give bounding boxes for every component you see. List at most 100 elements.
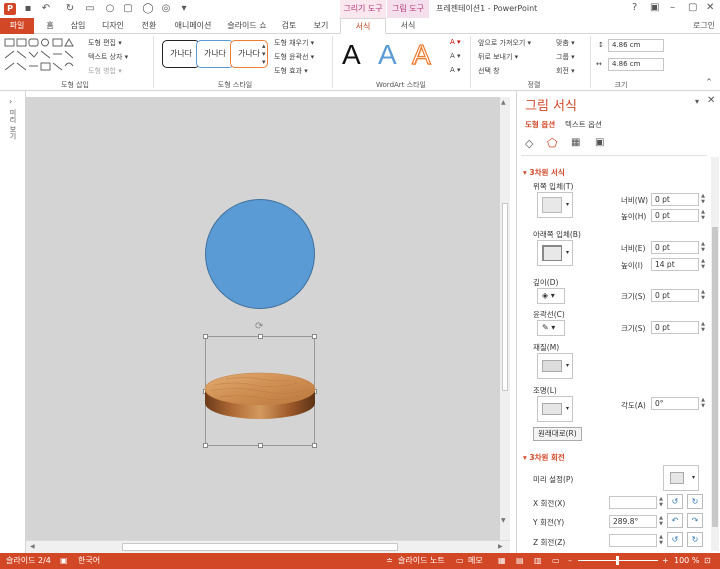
close-window-icon[interactable]: ✕ [706, 2, 714, 13]
scroll-down-icon[interactable]: ▼ [501, 517, 506, 524]
scroll-left-icon[interactable]: ◀ [30, 543, 35, 550]
horizontal-scrollbar[interactable]: ◀ ▶ [26, 540, 510, 553]
section-3d-rotation[interactable]: ▾ 3차원 회전 [523, 452, 565, 463]
comments-button[interactable]: 메모 [468, 553, 483, 569]
top-height-spinner[interactable]: ▲ ▼ [699, 209, 707, 222]
size-properties-icon[interactable]: ▦ [571, 137, 580, 148]
top-height-input[interactable]: 0 pt [651, 209, 699, 222]
shape-outline-button[interactable]: 도형 윤곽선 ▾ [274, 52, 314, 62]
notes-icon[interactable]: ≐ [386, 553, 393, 569]
wordart-blue-a[interactable]: A [378, 40, 397, 70]
rotate-left-icon[interactable]: ↺ [667, 494, 683, 509]
redo-icon[interactable]: ↻ [64, 3, 76, 15]
scroll-up-icon[interactable]: ▲ [501, 99, 506, 106]
angle-spinner[interactable]: ▲ ▼ [699, 397, 707, 410]
help-icon[interactable]: ? [632, 2, 637, 13]
minimize-icon[interactable]: – [670, 2, 675, 13]
resize-handle[interactable] [312, 443, 317, 448]
presets-dropdown[interactable]: ▾ [663, 465, 699, 491]
tab-transitions[interactable]: 전환 [136, 18, 162, 34]
effects-pentagon-icon[interactable]: ⬠ [547, 136, 561, 150]
bottom-height-spinner[interactable]: ▲ ▼ [699, 258, 707, 271]
zoom-level[interactable]: 100 % [674, 553, 699, 569]
angle-input[interactable]: 0° [651, 397, 699, 410]
depth-size-spinner[interactable]: ▲ ▼ [699, 289, 707, 302]
depth-size-input[interactable]: 0 pt [651, 289, 699, 302]
rotate-button[interactable]: 회전 ▾ [556, 66, 575, 76]
rotate-handle-icon[interactable]: ⟳ [255, 321, 263, 332]
reading-view-icon[interactable]: ▥ [534, 553, 542, 569]
resize-handle[interactable] [258, 443, 263, 448]
picture-icon[interactable]: ▣ [595, 137, 604, 148]
login-link[interactable]: 로그인 [690, 18, 718, 34]
maximize-icon[interactable]: ▢ [688, 2, 697, 13]
contour-size-spinner[interactable]: ▲ ▼ [699, 321, 707, 334]
resize-handle[interactable] [312, 334, 317, 339]
resize-handle[interactable] [258, 334, 263, 339]
lighting-dropdown[interactable]: ▾ [537, 396, 573, 422]
tab-design[interactable]: 디자인 [98, 18, 128, 34]
tab-home[interactable]: 홈 [38, 18, 62, 34]
save-icon[interactable]: ▪ [22, 3, 34, 15]
rotate-right-icon[interactable]: ↻ [687, 494, 703, 509]
pane-scrollbar[interactable] [711, 157, 719, 551]
send-backward-button[interactable]: 뒤로 보내기 ▾ [478, 52, 518, 62]
reset-button[interactable]: 원래대로(R) [533, 427, 582, 441]
y-rotation-spinner[interactable]: ▲ ▼ [657, 515, 665, 528]
bottom-bevel-dropdown[interactable]: ▾ [537, 240, 573, 266]
rotate-up-icon[interactable]: ↶ [667, 513, 683, 528]
x-rotation-spinner[interactable]: ▲ ▼ [657, 496, 665, 509]
z-rotation-spinner[interactable]: ▲ ▼ [657, 534, 665, 547]
top-bevel-dropdown[interactable]: ▾ [537, 192, 573, 218]
tab-format-picture[interactable]: 서식 [387, 18, 429, 34]
cylinder-icon[interactable]: ◎ [160, 3, 172, 15]
z-rotation-input[interactable] [609, 534, 657, 547]
material-dropdown[interactable]: ▾ [537, 353, 573, 379]
edit-shape-button[interactable]: 도형 편집 ▾ [88, 38, 122, 48]
wordart-orange-a[interactable]: A [411, 39, 431, 70]
text-box-button[interactable]: 텍스트 상자 ▾ [88, 52, 128, 62]
style-sample-1[interactable]: 가나다 [162, 40, 200, 68]
tab-review[interactable]: 검토 [276, 18, 302, 34]
text-outline-icon[interactable]: A ▾ [450, 52, 461, 60]
spellcheck-icon[interactable]: ▣ [60, 553, 68, 569]
shape-fill-button[interactable]: 도형 채우기 ▾ [274, 38, 314, 48]
shape-effects-button[interactable]: 도형 효과 ▾ [274, 66, 308, 76]
undo-icon[interactable]: ↶ [40, 3, 52, 15]
top-width-input[interactable]: 0 pt [651, 193, 699, 206]
tab-slideshow[interactable]: 슬라이드 쇼 [224, 18, 270, 34]
group-button[interactable]: 그룹 ▾ [556, 52, 575, 62]
section-3d-format[interactable]: ▾ 3차원 서식 [523, 167, 565, 178]
comments-icon[interactable]: ▭ [456, 553, 464, 569]
scroll-thumb[interactable] [502, 203, 508, 391]
style-gallery-more-icon[interactable]: ▴ ▾ ▾ [262, 42, 266, 66]
bring-forward-button[interactable]: 앞으로 가져오기 ▾ [478, 38, 531, 48]
circle-shape-icon[interactable]: ○ [104, 3, 116, 15]
contour-color-dropdown[interactable]: ✎ ▾ [537, 320, 565, 336]
slideshow-icon[interactable]: ▭ [84, 3, 96, 15]
x-rotation-input[interactable] [609, 496, 657, 509]
fit-slide-icon[interactable]: ⊡ [704, 553, 711, 569]
merge-shapes-button[interactable]: 도형 병합 ▾ [88, 66, 122, 76]
oval-icon[interactable]: ◯ [142, 3, 154, 15]
tab-text-options[interactable]: 텍스트 옵션 [565, 119, 602, 130]
shape-width-input[interactable]: 4.86 cm [608, 58, 664, 71]
slideshow-view-icon[interactable]: ▭ [552, 553, 560, 569]
zoom-in-icon[interactable]: + [662, 553, 669, 569]
tab-format-drawing[interactable]: 서식 [340, 18, 386, 34]
tab-file[interactable]: 파일 [0, 18, 34, 34]
normal-view-icon[interactable]: ▦ [498, 553, 506, 569]
pane-scroll-thumb[interactable] [712, 227, 718, 527]
dropdown-icon[interactable]: ▾ [178, 3, 190, 15]
selection-pane-button[interactable]: 선택 창 [478, 66, 500, 76]
pane-options-icon[interactable]: ▾ [695, 97, 699, 106]
bottom-height-input[interactable]: 14 pt [651, 258, 699, 271]
rotate-ccw-icon[interactable]: ↺ [667, 532, 683, 547]
shape-gallery[interactable] [4, 38, 78, 74]
contour-size-input[interactable]: 0 pt [651, 321, 699, 334]
align-button[interactable]: 맞춤 ▾ [556, 38, 575, 48]
expand-thumbnails-icon[interactable]: › [9, 97, 12, 106]
bottom-width-input[interactable]: 0 pt [651, 241, 699, 254]
collapse-ribbon-icon[interactable]: ^ [706, 78, 712, 86]
top-width-spinner[interactable]: ▲ ▼ [699, 193, 707, 206]
